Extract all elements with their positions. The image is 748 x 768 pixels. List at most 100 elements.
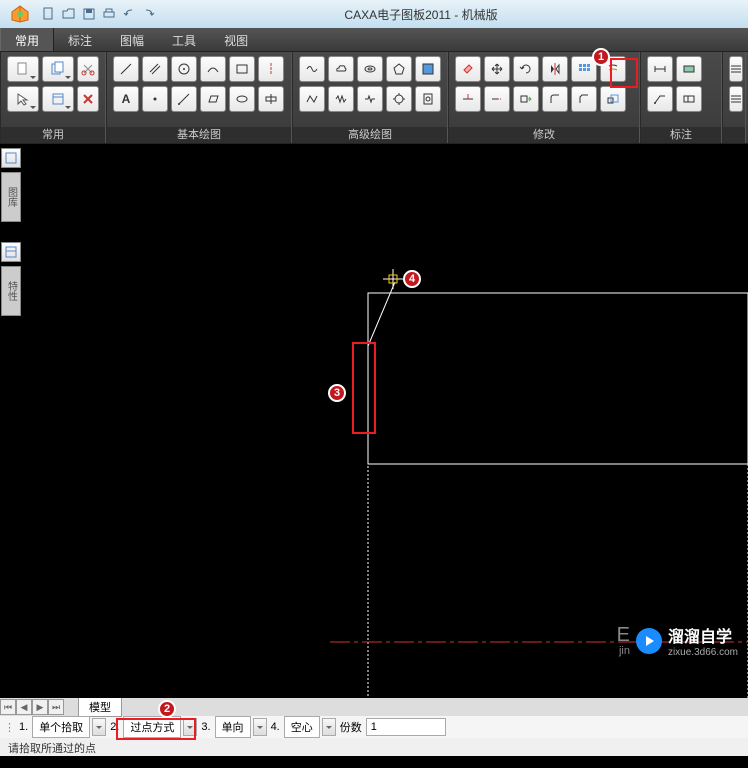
leader-tool[interactable] <box>647 86 673 112</box>
opt4-num: 4. <box>269 721 282 733</box>
polygon-tool[interactable] <box>386 56 412 82</box>
point-tool[interactable] <box>142 86 168 112</box>
angle-line-tool[interactable] <box>171 86 197 112</box>
opt2-num: 2. <box>108 721 121 733</box>
chamfer-tool[interactable] <box>571 86 597 112</box>
ribbon-label-modify: 修改 <box>449 127 639 143</box>
opt5-num: 份数 <box>338 719 364 735</box>
donut-tool[interactable] <box>357 56 383 82</box>
opt2-label[interactable]: 过点方式 <box>123 716 181 738</box>
more-tool-1[interactable] <box>729 56 743 82</box>
trim-tool[interactable] <box>455 86 481 112</box>
rect-tool[interactable] <box>229 56 255 82</box>
opt3-num: 3. <box>199 721 212 733</box>
menubar: 常用 标注 图幅 工具 视图 <box>0 28 748 52</box>
ribbon-group-modify: 修改 <box>448 52 640 143</box>
arc-tool[interactable] <box>200 56 226 82</box>
more-tool-2[interactable] <box>729 86 743 112</box>
ribbon-label-basic: 基本绘图 <box>107 127 291 143</box>
scale-tool[interactable] <box>600 86 626 112</box>
ribbon: 常用 A 基本绘图 <box>0 52 748 144</box>
opt4-dropdown[interactable] <box>322 718 336 736</box>
status-bar: 请拾取所通过的点 <box>0 738 748 756</box>
cut-button[interactable] <box>77 56 99 82</box>
offset-tool[interactable] <box>600 56 626 82</box>
hole-tool[interactable] <box>415 86 441 112</box>
spline-tool[interactable] <box>299 56 325 82</box>
save-icon[interactable] <box>80 5 98 23</box>
circle-tool[interactable] <box>171 56 197 82</box>
polyline-tool[interactable] <box>299 86 325 112</box>
select-button[interactable] <box>7 86 39 112</box>
menu-annotation[interactable]: 标注 <box>54 28 106 51</box>
rotate-tool[interactable] <box>513 56 539 82</box>
copy-button[interactable] <box>42 56 74 82</box>
tab-model[interactable]: 模型 <box>78 697 122 717</box>
move-tool[interactable] <box>484 56 510 82</box>
ribbon-group-annotation: 标注 <box>640 52 722 143</box>
opt4-label[interactable]: 空心 <box>284 716 320 738</box>
ribbon-group-more <box>722 52 746 143</box>
title-text: CAXA电子图板2011 - 机械版 <box>158 6 744 23</box>
properties-button[interactable] <box>42 86 74 112</box>
menu-sheet[interactable]: 图幅 <box>106 28 158 51</box>
menu-tools[interactable]: 工具 <box>158 28 210 51</box>
parallel-tool[interactable] <box>142 56 168 82</box>
tab-nav-prev[interactable]: ◀ <box>16 699 32 715</box>
opt3-dropdown[interactable] <box>253 718 267 736</box>
coord-tool[interactable] <box>676 56 702 82</box>
tab-nav-last[interactable]: ⏭ <box>48 699 64 715</box>
tab-nav-next[interactable]: ▶ <box>32 699 48 715</box>
tolerance-tool[interactable] <box>676 86 702 112</box>
cloud-tool[interactable] <box>328 56 354 82</box>
opt1-dropdown[interactable] <box>92 718 106 736</box>
print-icon[interactable] <box>100 5 118 23</box>
paste-button[interactable] <box>7 56 39 82</box>
menu-view[interactable]: 视图 <box>210 28 262 51</box>
text-tool[interactable]: A <box>113 86 139 112</box>
opt3-label[interactable]: 单向 <box>215 716 251 738</box>
dimension-tool[interactable] <box>647 56 673 82</box>
opt2-dropdown[interactable] <box>183 718 197 736</box>
ribbon-group-basic-draw: A 基本绘图 <box>106 52 292 143</box>
array-tool[interactable] <box>571 56 597 82</box>
fillet-tool[interactable] <box>542 86 568 112</box>
watermark: E jin 溜溜自学 zixue.3d66.com <box>617 623 738 658</box>
watermark-play-icon <box>636 628 662 654</box>
titlebar: CAXA电子图板2011 - 机械版 <box>0 0 748 28</box>
mirror-tool[interactable] <box>542 56 568 82</box>
ribbon-label-adv: 高级绘图 <box>293 127 447 143</box>
wave-tool[interactable] <box>328 86 354 112</box>
redo-icon[interactable] <box>140 5 158 23</box>
new-icon[interactable] <box>40 5 58 23</box>
menu-common[interactable]: 常用 <box>0 28 54 51</box>
open-icon[interactable] <box>60 5 78 23</box>
drawing-canvas <box>0 144 748 698</box>
erase-tool[interactable] <box>455 56 481 82</box>
canvas-area[interactable]: 图库 特性 3 4 E jin 溜溜自学 zixue <box>0 144 748 698</box>
extend-tool[interactable] <box>484 86 510 112</box>
tab-bar: ⏮ ◀ ▶ ⏭ 模型 <box>0 698 748 716</box>
opt5-input[interactable] <box>366 718 446 736</box>
quick-access-toolbar <box>40 5 158 23</box>
stretch-tool[interactable] <box>513 86 539 112</box>
ellipse-tool[interactable] <box>229 86 255 112</box>
gear-tool[interactable] <box>386 86 412 112</box>
line-tool[interactable] <box>113 56 139 82</box>
block-tool[interactable] <box>415 56 441 82</box>
parallelogram-tool[interactable] <box>200 86 226 112</box>
tab-nav-first[interactable]: ⏮ <box>0 699 16 715</box>
opt1-num: 1. <box>17 721 30 733</box>
app-logo[interactable] <box>4 0 36 28</box>
break-tool[interactable] <box>357 86 383 112</box>
option-bar: ⋮ 1. 单个拾取 2. 过点方式 3. 单向 4. 空心 份数 <box>0 716 748 738</box>
crosshair-tool[interactable] <box>258 86 284 112</box>
delete-button[interactable] <box>77 86 99 112</box>
undo-icon[interactable] <box>120 5 138 23</box>
ribbon-label-common: 常用 <box>1 127 105 143</box>
ribbon-label-more <box>723 127 745 143</box>
opt1-label[interactable]: 单个拾取 <box>32 716 90 738</box>
ribbon-group-advanced-draw: 高级绘图 <box>292 52 448 143</box>
ribbon-group-common: 常用 <box>0 52 106 143</box>
centerline-tool[interactable] <box>258 56 284 82</box>
